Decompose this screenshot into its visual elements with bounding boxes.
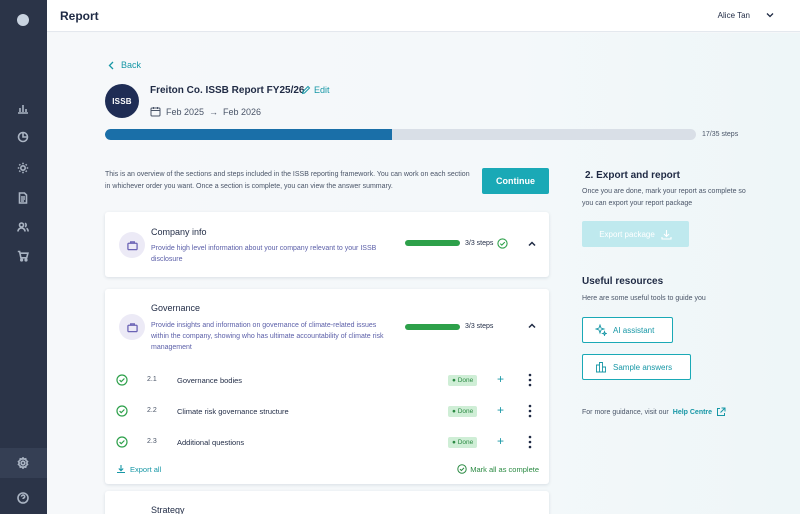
check-circle-icon xyxy=(457,464,467,474)
back-label: Back xyxy=(121,60,142,70)
building-icon xyxy=(596,362,606,373)
sample-answers-button[interactable]: Sample answers xyxy=(582,354,691,380)
sidebar xyxy=(0,0,47,514)
chevron-up-icon[interactable] xyxy=(527,321,537,331)
ai-assistant-label: AI assistant xyxy=(613,325,655,335)
section-card-governance: Governance Provide insights and informat… xyxy=(105,289,549,484)
add-icon[interactable]: + xyxy=(497,372,504,386)
report-title: Freiton Co. ISSB Report FY25/26 xyxy=(150,85,305,96)
step-name: Governance bodies xyxy=(177,376,243,385)
top-bar: Report Alice Tan xyxy=(47,0,800,32)
step-name: Additional questions xyxy=(177,438,245,447)
export-package-button[interactable]: Export package xyxy=(582,221,689,247)
arrow-right-icon: → xyxy=(209,106,219,117)
resources-title: Useful resources xyxy=(582,276,664,287)
section-description: Provide high level information about you… xyxy=(151,245,377,263)
app-logo-icon[interactable] xyxy=(17,14,29,26)
export-section-description: Once you are done, mark your report as c… xyxy=(582,188,746,207)
section-description: Provide insights and information on gove… xyxy=(151,322,384,351)
section-steps-label: 3/3 steps xyxy=(465,240,494,247)
status-badge: ● Done xyxy=(448,375,478,386)
download-icon xyxy=(117,465,125,474)
help-icon[interactable] xyxy=(15,490,31,506)
section-title: Strategy xyxy=(151,505,185,514)
section-progress-bar xyxy=(405,240,460,246)
report-progress-bar xyxy=(105,129,696,140)
step-row[interactable]: 2.2 Climate risk governance structure ● … xyxy=(105,396,549,427)
check-circle-icon xyxy=(497,238,508,249)
calendar-icon xyxy=(150,107,161,117)
report-period: Feb 2025 → Feb 2026 xyxy=(150,106,261,117)
step-name: Climate risk governance structure xyxy=(177,407,289,416)
report-logo: ISSB xyxy=(105,84,139,118)
bar-chart-icon[interactable] xyxy=(15,100,31,116)
chevron-down-icon[interactable] xyxy=(765,10,775,20)
section-title: Company info xyxy=(151,227,207,237)
gear-icon[interactable] xyxy=(15,455,31,471)
step-row[interactable]: 2.3 Additional questions ● Done + xyxy=(105,427,549,458)
step-row[interactable]: 2.1 Governance bodies ● Done + xyxy=(105,365,549,396)
section-title[interactable]: Governance xyxy=(151,303,200,313)
back-link[interactable]: Back xyxy=(108,60,141,70)
help-centre-link[interactable]: Help Centre xyxy=(673,409,712,416)
ai-assistant-button[interactable]: AI assistant xyxy=(582,317,673,343)
end-date: Feb 2026 xyxy=(223,106,262,117)
pie-chart-icon[interactable] xyxy=(15,129,31,145)
intro-text: This is an overview of the sections and … xyxy=(105,171,470,190)
more-options-icon[interactable] xyxy=(528,373,532,387)
download-icon xyxy=(661,229,672,240)
page-title: Report xyxy=(60,9,99,23)
user-name[interactable]: Alice Tan xyxy=(718,11,750,20)
step-number: 2.3 xyxy=(147,438,157,445)
add-icon[interactable]: + xyxy=(497,434,504,448)
section-footer: Export all Mark all as complete xyxy=(105,460,549,480)
progress-label: 17/35 steps xyxy=(702,131,739,138)
briefcase-icon xyxy=(119,314,145,340)
continue-button[interactable]: Continue xyxy=(482,168,549,194)
step-number: 2.2 xyxy=(147,407,157,414)
export-section-title: 2. Export and report xyxy=(585,170,681,181)
guidance-text: For more guidance, visit our Help Centre xyxy=(582,407,726,417)
check-circle-icon xyxy=(116,436,128,448)
sun-icon[interactable] xyxy=(15,160,31,176)
mark-all-label: Mark all as complete xyxy=(470,464,539,474)
add-icon[interactable]: + xyxy=(497,403,504,417)
pencil-icon xyxy=(301,85,311,95)
progress-fill xyxy=(105,129,393,140)
cart-icon[interactable] xyxy=(15,248,31,264)
main-content: Back ISSB Freiton Co. ISSB Report FY25/2… xyxy=(47,33,800,514)
section-steps-label: 3/3 steps xyxy=(465,323,494,330)
check-circle-icon xyxy=(116,374,128,386)
check-circle-icon xyxy=(116,405,128,417)
chevron-left-icon xyxy=(108,61,114,69)
mark-all-complete-button[interactable]: Mark all as complete xyxy=(457,464,539,474)
more-options-icon[interactable] xyxy=(528,404,532,418)
sparkle-icon xyxy=(595,324,607,336)
section-progress-bar xyxy=(405,324,460,330)
edit-label: Edit xyxy=(314,85,330,95)
more-options-icon[interactable] xyxy=(528,435,532,449)
sample-answers-label: Sample answers xyxy=(613,362,673,372)
chevron-up-icon[interactable] xyxy=(527,239,537,249)
export-all-button[interactable]: Export all xyxy=(116,464,161,474)
section-card-strategy[interactable]: Strategy xyxy=(105,491,549,514)
export-all-label: Export all xyxy=(130,464,162,474)
start-date: Feb 2025 xyxy=(166,106,205,117)
step-number: 2.1 xyxy=(147,376,157,383)
export-package-label: Export package xyxy=(599,229,655,239)
resources-description: Here are some useful tools to guide you xyxy=(582,295,706,302)
external-link-icon[interactable] xyxy=(716,407,726,417)
edit-button[interactable]: Edit xyxy=(301,85,330,95)
status-badge: ● Done xyxy=(448,437,478,448)
document-icon[interactable] xyxy=(15,190,31,206)
status-badge: ● Done xyxy=(448,406,478,417)
briefcase-icon xyxy=(119,232,145,258)
section-card-company-info[interactable]: Company info Provide high level informat… xyxy=(105,212,549,277)
guidance-label: For more guidance, visit our xyxy=(582,408,669,416)
users-icon[interactable] xyxy=(15,219,31,235)
